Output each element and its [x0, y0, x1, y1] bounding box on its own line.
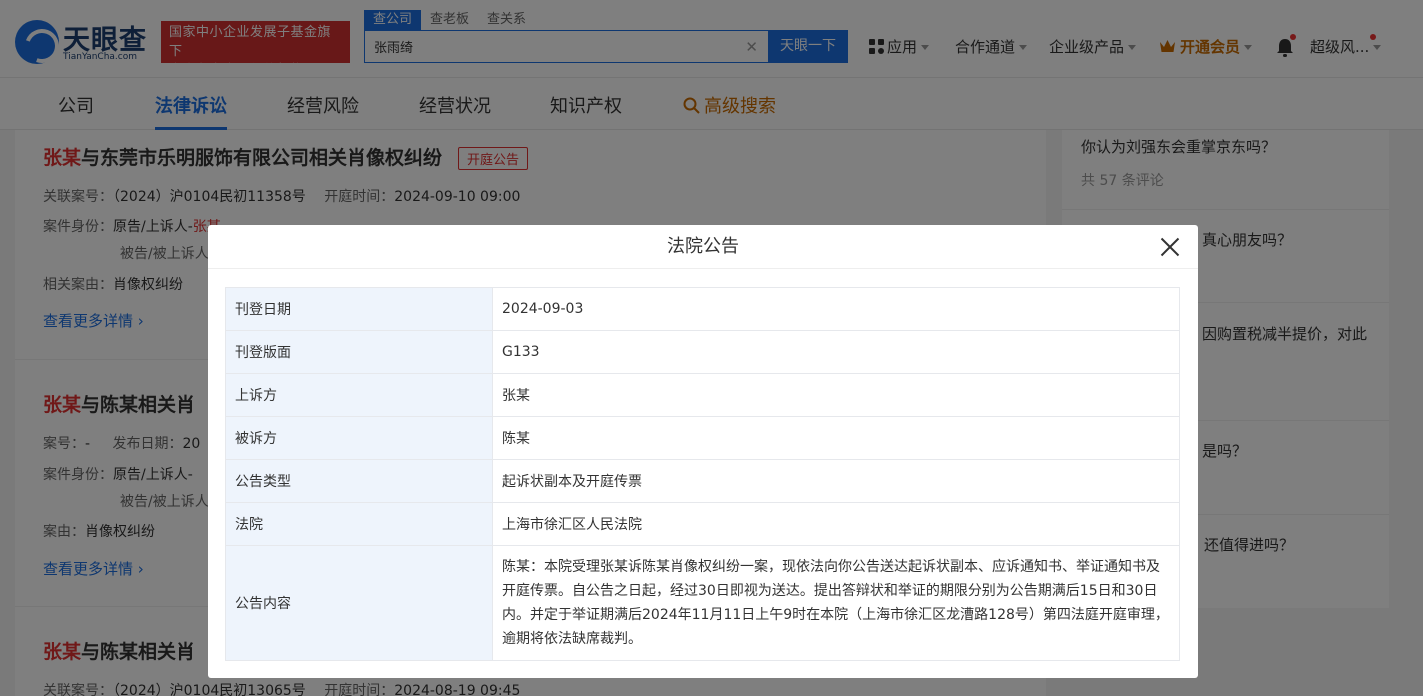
- notice-table: 刊登日期 2024-09-03 刊登版面 G133 上诉方 张某 被诉方 陈某 公告类型…: [225, 287, 1180, 661]
- close-icon[interactable]: [1158, 235, 1182, 259]
- field-label: 法院: [225, 502, 493, 546]
- table-row: 刊登版面 G133: [225, 330, 1180, 374]
- field-label: 公告内容: [225, 545, 493, 661]
- table-row: 法院 上海市徐汇区人民法院: [225, 502, 1180, 546]
- field-label: 公告类型: [225, 459, 493, 503]
- notice-content: 陈某：本院受理张某诉陈某肖像权纠纷一案，现依法向你公告送达起诉状副本、应诉通知书…: [492, 545, 1180, 661]
- table-row: 公告类型 起诉状副本及开庭传票: [225, 459, 1180, 503]
- field-value: G133: [492, 330, 1180, 374]
- field-value: 张某: [492, 373, 1180, 417]
- field-label: 上诉方: [225, 373, 493, 417]
- table-row: 被诉方 陈某: [225, 416, 1180, 460]
- field-value: 2024-09-03: [492, 287, 1180, 331]
- table-row: 刊登日期 2024-09-03: [225, 287, 1180, 331]
- field-value: 陈某: [492, 416, 1180, 460]
- table-row: 公告内容 陈某：本院受理张某诉陈某肖像权纠纷一案，现依法向你公告送达起诉状副本、应…: [225, 545, 1180, 661]
- field-value: 上海市徐汇区人民法院: [492, 502, 1180, 546]
- table-row: 上诉方 张某: [225, 373, 1180, 417]
- field-label: 被诉方: [225, 416, 493, 460]
- field-value: 起诉状副本及开庭传票: [492, 459, 1180, 503]
- field-label: 刊登版面: [225, 330, 493, 374]
- court-notice-dialog: 法院公告 刊登日期 2024-09-03 刊登版面 G133 上诉方 张某 被诉方 陈某…: [208, 225, 1198, 678]
- field-label: 刊登日期: [225, 287, 493, 331]
- dialog-title: 法院公告: [208, 225, 1198, 269]
